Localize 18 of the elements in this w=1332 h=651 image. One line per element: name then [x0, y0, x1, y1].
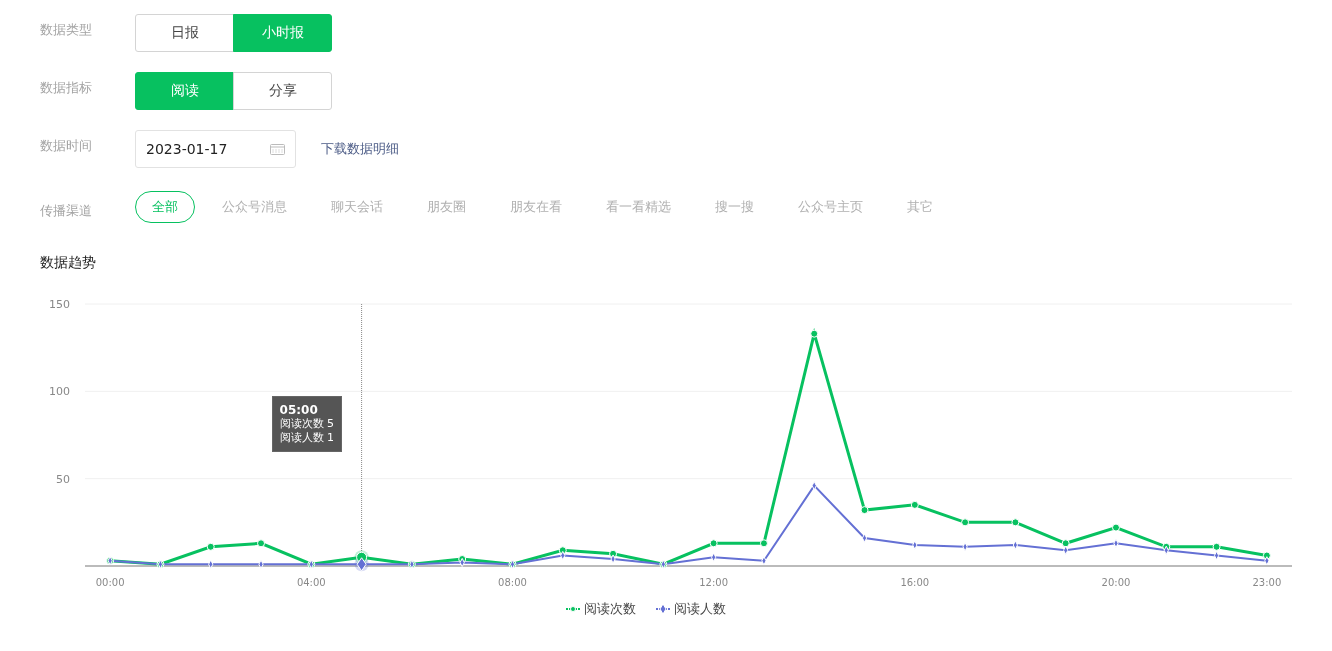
y-tick-label: 50 — [56, 472, 70, 486]
tooltip-title: 05:00 — [279, 403, 319, 417]
filter-label: 数据时间 — [40, 137, 93, 155]
filter-label: 传播渠道 — [40, 202, 93, 220]
x-tick-label: 20:00 — [1101, 577, 1131, 588]
y-tick-label: 150 — [49, 298, 70, 311]
x-tick-label: 16:00 — [900, 577, 930, 588]
section-title: 数据趋势 — [40, 254, 97, 272]
x-tick-label: 12:00 — [699, 577, 729, 588]
x-tick-label: 04:00 — [296, 577, 326, 588]
tooltip-value: 阅读次数 5 — [279, 417, 335, 431]
tooltip-value: 阅读人数 1 — [279, 431, 335, 445]
filter-label: 数据类型 — [40, 21, 93, 39]
y-tick-label: 100 — [49, 385, 70, 399]
filter-label: 数据指标 — [40, 79, 93, 97]
x-tick-label: 00:00 — [95, 577, 125, 588]
x-tick-label: 08:00 — [498, 577, 527, 588]
x-tick-label: 23:00 — [1252, 577, 1282, 588]
